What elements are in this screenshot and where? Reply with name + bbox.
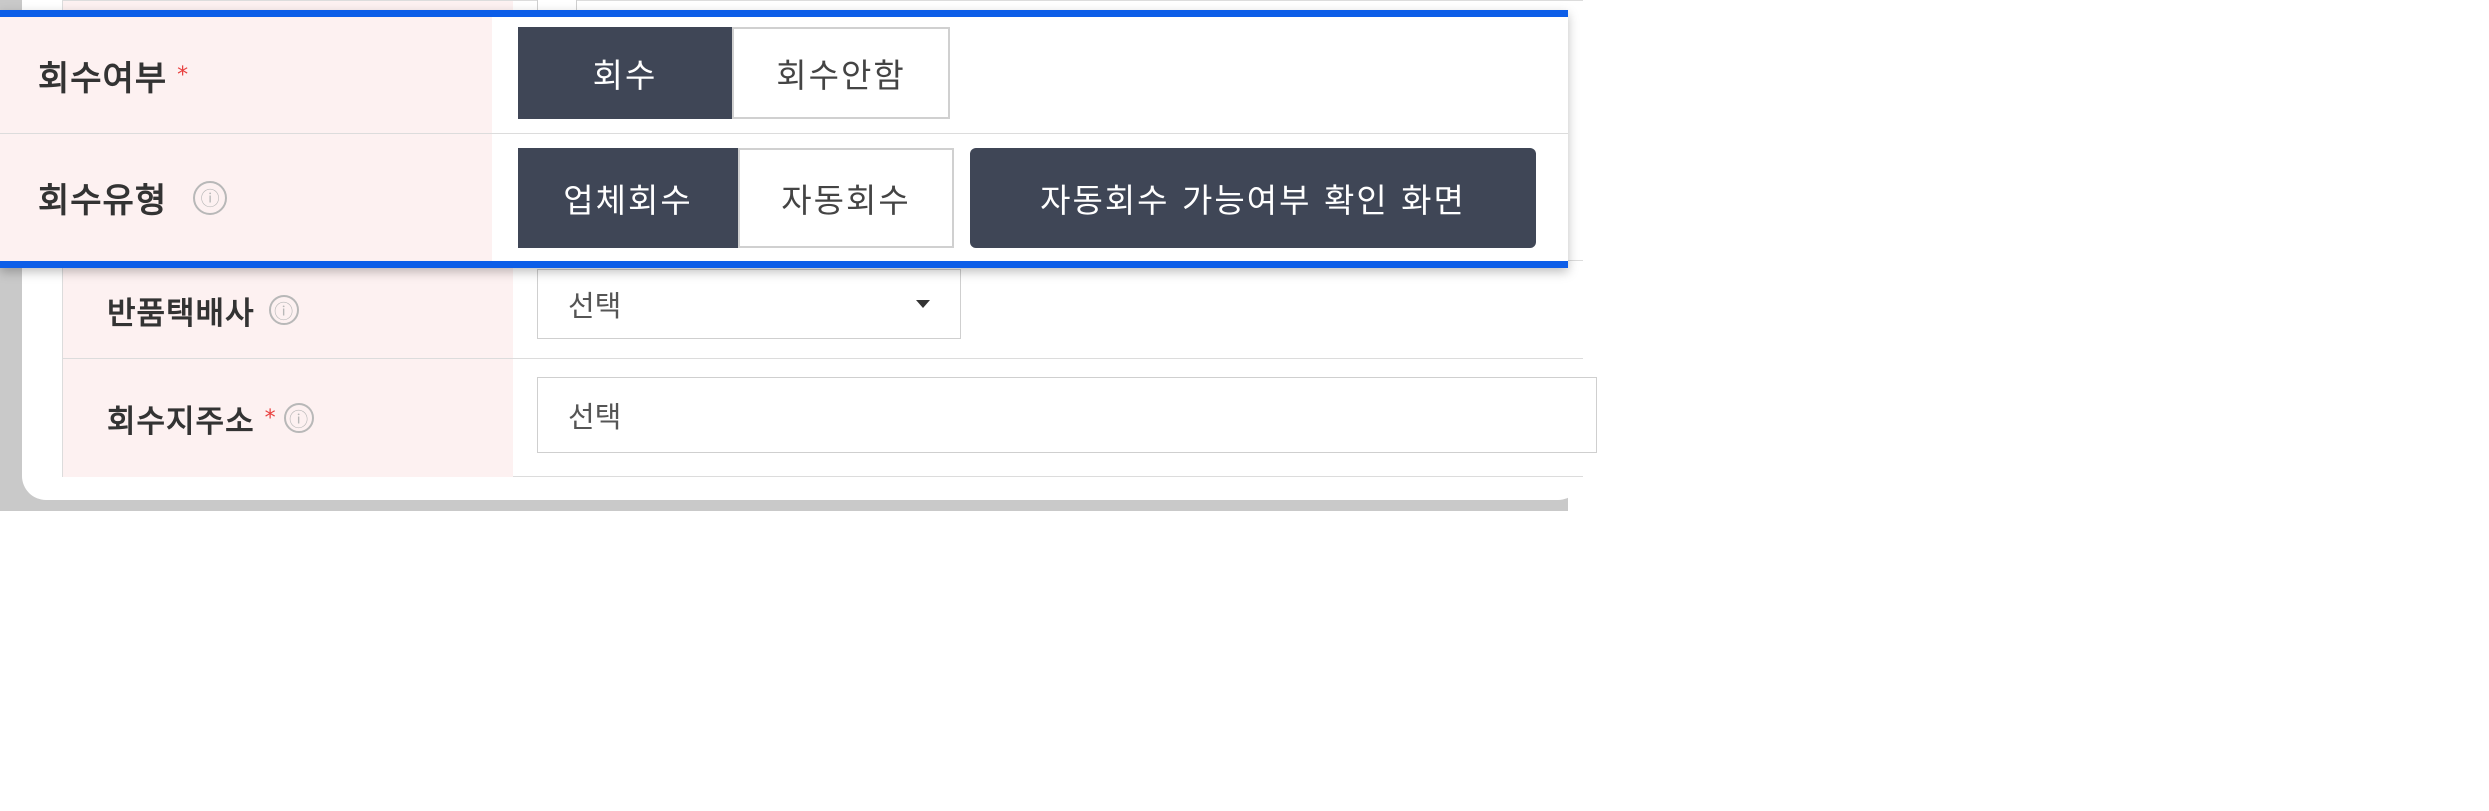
label-cell-collection-type: 회수유형 ⓘ <box>0 134 492 261</box>
row-collection-type: 회수유형 ⓘ 업체회수 자동회수 자동회수 가능여부 확인 화면 <box>0 134 1568 261</box>
collect-option-button[interactable]: 회수 <box>518 27 732 119</box>
collection-address-select-value: 선택 <box>568 400 622 434</box>
return-courier-label: 반품택배사 <box>107 295 255 332</box>
table-row-collection-address: 회수지주소 * ⓘ 선택 <box>63 358 1597 477</box>
screenshot-frame: 반품택배사 ⓘ 선택 회수지주소 * ⓘ 선택 회수여부 * 회수 회수안함 회… <box>0 0 1597 511</box>
info-icon[interactable]: ⓘ <box>268 295 299 325</box>
auto-collect-check-button[interactable]: 자동회수 가능여부 확인 화면 <box>970 148 1536 248</box>
collection-type-label: 회수유형 <box>38 181 168 221</box>
collection-address-select[interactable]: 선택 <box>537 377 1597 453</box>
required-mark: * <box>177 62 189 88</box>
return-courier-select-value: 선택 <box>568 289 622 323</box>
label-cell-collection-address: 회수지주소 * ⓘ <box>63 359 513 477</box>
row-collection: 회수여부 * 회수 회수안함 <box>0 17 1568 134</box>
auto-collect-option-button[interactable]: 자동회수 <box>738 148 954 248</box>
label-cell-return-courier: 반품택배사 ⓘ <box>63 261 513 359</box>
collection-address-label: 회수지주소 <box>107 403 255 440</box>
return-courier-select[interactable]: 선택 <box>537 269 961 339</box>
chevron-down-icon <box>916 300 930 308</box>
highlight-box: 회수여부 * 회수 회수안함 회수유형 ⓘ 업체회수 자동회수 자동회수 가능여… <box>0 10 1568 268</box>
label-cell-collection: 회수여부 * <box>0 17 492 133</box>
table-row-return-courier: 반품택배사 ⓘ 선택 <box>63 260 1583 359</box>
no-collect-option-button[interactable]: 회수안함 <box>732 27 950 119</box>
vendor-collect-option-button[interactable]: 업체회수 <box>518 148 738 248</box>
info-icon[interactable]: ⓘ <box>193 180 228 215</box>
required-mark: * <box>264 405 276 431</box>
info-icon[interactable]: ⓘ <box>283 403 314 433</box>
collection-label: 회수여부 <box>38 58 168 99</box>
